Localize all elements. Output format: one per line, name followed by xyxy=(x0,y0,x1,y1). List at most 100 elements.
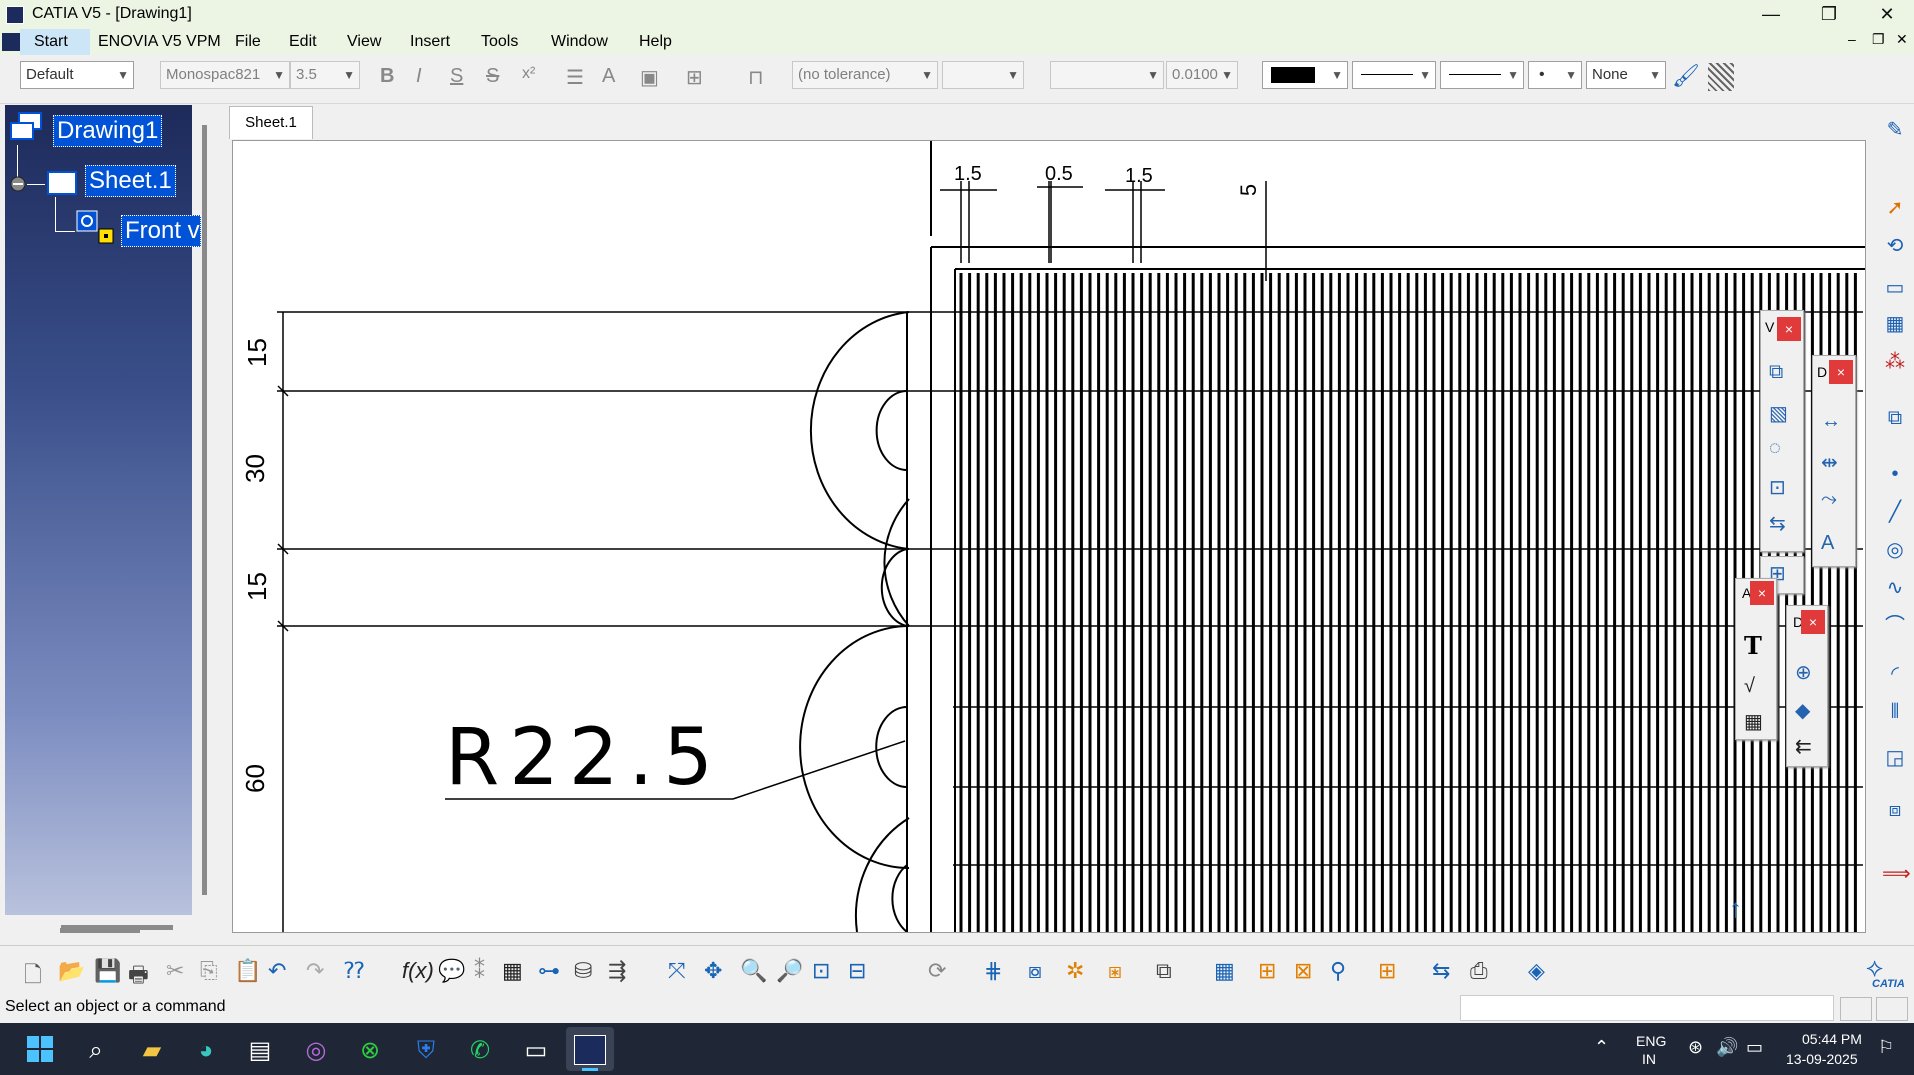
frame-box-icon[interactable]: ▣ xyxy=(640,65,659,90)
doc-minimize-button[interactable]: – xyxy=(1848,31,1856,47)
copy-icon[interactable]: ⎘ xyxy=(200,958,218,984)
cosmetic-icon[interactable]: ⚲ xyxy=(1330,958,1346,984)
circle-icon[interactable]: ◎ xyxy=(1882,537,1908,563)
tree-node-front-view[interactable]: Front v xyxy=(121,215,201,247)
curve-icon[interactable]: ⌒ xyxy=(1882,613,1908,639)
xbox-icon[interactable]: ⊗ xyxy=(354,1035,386,1067)
status-button-2[interactable] xyxy=(1876,997,1908,1021)
font-select[interactable]: Monospac821 ▼ xyxy=(160,61,290,89)
catia-taskbar-button[interactable] xyxy=(566,1027,614,1071)
corner-icon[interactable]: ◜ xyxy=(1882,661,1908,687)
table-tool-icon[interactable]: ▦ xyxy=(502,958,523,984)
copy-graphic-properties-icon[interactable]: 🖌 xyxy=(1672,63,1700,89)
point-icon[interactable]: • xyxy=(1882,461,1908,487)
underline-button[interactable]: S xyxy=(450,65,463,88)
tree-bottom-scroll[interactable] xyxy=(60,928,140,933)
doc-restore-button[interactable]: ❐ xyxy=(1872,31,1885,48)
clock-date[interactable]: 13-09-2025 xyxy=(1786,1051,1858,1067)
update-icon[interactable]: ⟳ xyxy=(928,958,946,984)
strikethrough-button[interactable]: S xyxy=(486,65,499,88)
collapse-icon[interactable] xyxy=(9,175,27,193)
search-icon[interactable]: ⌕ xyxy=(80,1035,112,1067)
menu-enovia[interactable]: ENOVIA V5 VPM xyxy=(98,33,221,51)
menu-window[interactable]: Window xyxy=(551,33,608,51)
arrow-icon[interactable]: ⇇ xyxy=(1795,734,1812,759)
restore-button[interactable]: ❐ xyxy=(1800,0,1858,29)
network-icon[interactable]: ⊛ xyxy=(1688,1037,1703,1058)
rectangle-icon[interactable]: ▭ xyxy=(1882,275,1908,301)
pan-icon[interactable]: ✥ xyxy=(704,958,722,984)
security-shield-icon[interactable]: ⛨ xyxy=(410,1035,442,1067)
tolerance-value-select[interactable]: ▼ xyxy=(942,61,1024,89)
new-file-icon[interactable]: 🗋 xyxy=(24,958,42,996)
align-icon[interactable]: ☰ xyxy=(566,65,584,90)
sheet-background-icon[interactable]: ⧇ xyxy=(1028,958,1042,984)
italic-button[interactable]: I xyxy=(416,65,422,88)
hierarchy-icon[interactable]: ⊶ xyxy=(538,958,560,984)
terminal-icon[interactable]: ▭ xyxy=(520,1035,552,1067)
anchor-point-icon[interactable]: ⊞ xyxy=(686,65,703,90)
text-frame-icon[interactable]: A xyxy=(602,65,615,88)
menu-file[interactable]: File xyxy=(235,33,261,51)
close-button[interactable]: ✕ xyxy=(1858,0,1914,29)
clock-time[interactable]: 05:44 PM xyxy=(1802,1031,1862,1047)
export-icon[interactable]: ⎙ xyxy=(1470,958,1488,984)
zoom-in-icon[interactable]: 🔍 xyxy=(740,958,767,984)
view-projection-icon[interactable]: ⧉ xyxy=(1769,361,1783,384)
dimension-edit-icon[interactable]: ⇹ xyxy=(1821,450,1838,475)
pattern-icon[interactable] xyxy=(1708,63,1734,91)
zoom-out-icon[interactable]: 🔎 xyxy=(776,958,803,984)
tolerancing-icon[interactable]: ⤳ xyxy=(1821,488,1837,511)
grid-display-icon[interactable]: ▦ xyxy=(1214,958,1235,984)
tree-node-sheet[interactable]: Sheet.1 xyxy=(85,165,176,197)
menu-help[interactable]: Help xyxy=(639,33,672,51)
menu-tools[interactable]: Tools xyxy=(481,33,518,51)
fit-all-icon[interactable]: ⤧ xyxy=(668,958,686,984)
status-button-1[interactable] xyxy=(1840,997,1872,1021)
clipping-view-icon[interactable]: ⊡ xyxy=(1769,475,1786,500)
command-input[interactable] xyxy=(1460,995,1834,1021)
microsoft-store-icon[interactable]: ▤ xyxy=(244,1035,276,1067)
detail-view-icon[interactable]: ◌ xyxy=(1769,437,1781,460)
undo-icon[interactable]: ↶ xyxy=(268,958,286,984)
volume-icon[interactable]: 🔊 xyxy=(1716,1037,1738,1058)
doc-close-button[interactable]: ✕ xyxy=(1896,31,1908,48)
redo-icon[interactable]: ↷ xyxy=(306,958,324,984)
whats-this-icon[interactable]: ⁇ xyxy=(344,958,364,984)
center-line-icon[interactable]: ⊕ xyxy=(1795,660,1812,685)
section-view-icon[interactable]: ▧ xyxy=(1769,401,1788,426)
bold-button[interactable]: B xyxy=(380,65,394,88)
text-box-icon[interactable]: A xyxy=(1821,532,1834,555)
mirror-icon[interactable]: ⫴ xyxy=(1882,699,1908,725)
formula-icon[interactable]: f(x) xyxy=(402,958,434,984)
area-fill-icon[interactable]: ◆ xyxy=(1795,698,1810,723)
tab-sheet-1[interactable]: Sheet.1 xyxy=(229,106,313,139)
color-select[interactable]: ▼ xyxy=(1262,61,1348,89)
tolerance-select[interactable]: (no tolerance) ▼ xyxy=(792,61,938,89)
analysis-icon[interactable]: ✲ xyxy=(1066,958,1084,984)
catalog-icon[interactable]: ⛁ xyxy=(574,958,592,984)
menu-edit[interactable]: Edit xyxy=(289,33,317,51)
point-type-select[interactable]: • ▼ xyxy=(1528,61,1582,89)
table-icon[interactable]: ▦ xyxy=(1744,709,1763,734)
close-icon[interactable]: × xyxy=(1750,581,1774,605)
close-icon[interactable]: × xyxy=(1777,317,1801,341)
display-dress-up-icon[interactable]: ⊠ xyxy=(1294,958,1312,984)
tray-chevron-up-icon[interactable]: ⌃ xyxy=(1594,1037,1609,1058)
measure-icon[interactable]: ⇶ xyxy=(608,958,626,984)
language-indicator-top[interactable]: ENG xyxy=(1636,1033,1666,1049)
roughness-symbol-icon[interactable]: √ xyxy=(1744,675,1755,698)
cursor-select-icon[interactable]: ➚ xyxy=(1882,195,1908,221)
precision-select[interactable]: 0.0100 ▼ xyxy=(1166,61,1238,89)
text-tool-button[interactable]: T xyxy=(1744,631,1762,660)
properties-icon[interactable]: ⧉ xyxy=(1156,958,1172,984)
menu-start[interactable]: Start xyxy=(20,29,90,55)
zoom-area-icon[interactable]: ⊡ xyxy=(812,958,830,984)
broken-view-icon[interactable]: ⇆ xyxy=(1769,511,1786,536)
layers-icon[interactable]: ⧈ xyxy=(1882,797,1908,823)
swap-icon[interactable]: ⇆ xyxy=(1432,958,1450,984)
notification-icon[interactable]: ⚐ xyxy=(1878,1037,1894,1058)
design-table-icon[interactable]: ⁑ xyxy=(474,958,485,984)
transform-icon[interactable]: ◲ xyxy=(1882,745,1908,771)
sketch-icon[interactable]: ✎ xyxy=(1882,117,1908,143)
